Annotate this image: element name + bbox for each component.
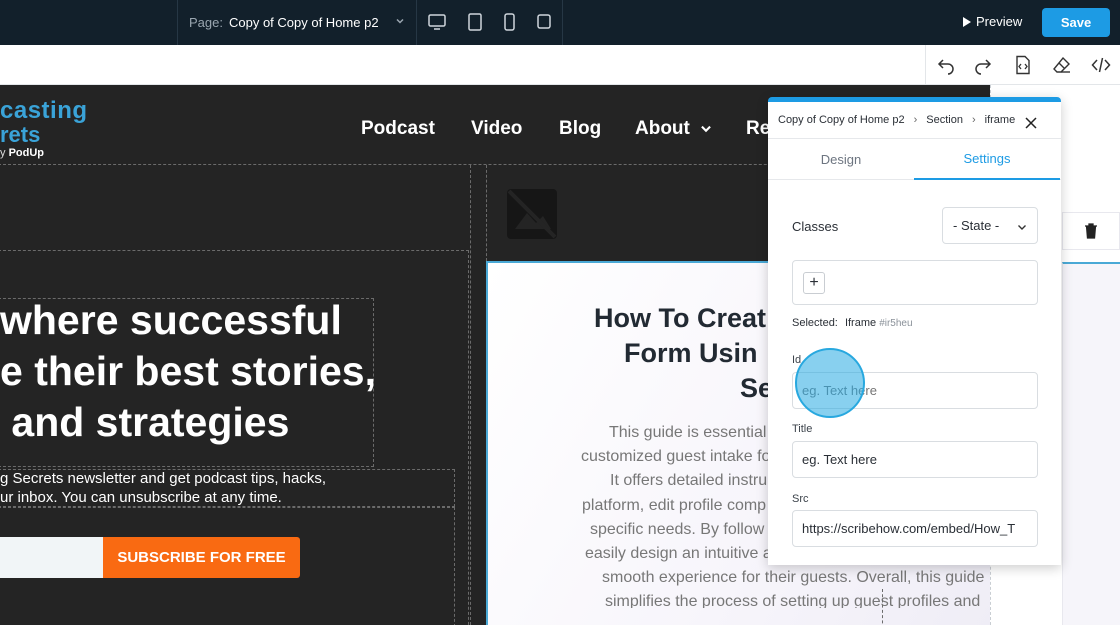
breadcrumb-section[interactable]: Section [926, 114, 963, 126]
email-input[interactable] [0, 537, 103, 578]
panel-tabs: Design Settings [768, 138, 1061, 180]
save-button[interactable]: Save [1042, 8, 1110, 37]
newsletter-text: g Secrets newsletter and get podcast tip… [0, 469, 326, 507]
state-select-value: - State - [953, 218, 1000, 233]
code-file-icon[interactable] [1013, 55, 1033, 75]
iframe-card-edge [1062, 262, 1120, 625]
mobile-icon[interactable] [499, 12, 519, 32]
hero-line-2: e their best stories, [0, 348, 376, 394]
trash-icon[interactable] [1083, 222, 1099, 240]
hero-heading: where successful e their best stories, a… [0, 295, 376, 448]
tablet-icon[interactable] [465, 12, 485, 32]
preview-label: Preview [976, 14, 1023, 29]
code-icon[interactable] [1091, 55, 1111, 75]
chevron-right-icon: › [913, 114, 918, 126]
add-class-button[interactable]: + [803, 272, 825, 294]
selected-value: Iframe [844, 317, 877, 329]
column-divider [470, 165, 471, 625]
nav-resources[interactable]: Re [746, 118, 770, 140]
classes-label: Classes [792, 219, 839, 234]
hero-line-3: and strategies [0, 399, 290, 445]
tab-design[interactable]: Design [768, 139, 914, 180]
settings-panel: Copy of Copy of Home p2 › Section › ifra… [768, 97, 1061, 565]
nav-about[interactable]: About [635, 118, 713, 140]
eraser-icon[interactable] [1052, 55, 1072, 75]
hero-line-1: where successful [0, 297, 342, 343]
classes-input[interactable]: + [792, 260, 1038, 305]
card-body-line: simplifies the process of setting up gue… [605, 593, 981, 609]
logo-brand: PodUp [8, 147, 45, 159]
device-switcher [417, 0, 563, 45]
state-select[interactable]: - State - [942, 207, 1038, 244]
card-body-line: smooth experience for their guests. Over… [602, 569, 985, 587]
column-divider-2 [486, 165, 487, 261]
play-icon [963, 16, 971, 27]
breadcrumb-iframe[interactable]: iframe [985, 114, 1016, 126]
preview-button[interactable]: Preview [962, 14, 1022, 29]
selected-label: Selected: [792, 317, 838, 329]
toolbar-actions [925, 45, 1120, 85]
card-column-divider [882, 589, 883, 625]
undo-icon[interactable] [936, 55, 956, 75]
page-selector[interactable]: Page: Copy of Copy of Home p2 [177, 0, 417, 45]
mobile-small-icon[interactable] [534, 12, 554, 32]
selected-element: Selected: Iframe #ir5heu [792, 317, 913, 329]
newsletter-line-2: ur inbox. You can unsubscribe at any tim… [0, 489, 282, 506]
logo-text-2: rets [0, 122, 41, 147]
selected-tag: #ir5heu [879, 318, 913, 329]
nav-blog[interactable]: Blog [559, 118, 601, 140]
newsletter-line-1: g Secrets newsletter and get podcast tip… [0, 470, 327, 487]
chevron-down-icon [396, 18, 404, 24]
title-label: Title [792, 423, 813, 435]
element-toolbar [1062, 212, 1120, 250]
page-selector-label: Page: [189, 15, 223, 30]
src-label: Src [792, 493, 809, 505]
top-bar: Page: Copy of Copy of Home p2 Preview Sa… [0, 0, 1120, 45]
title-field[interactable]: eg. Text here [792, 441, 1038, 478]
click-indicator [795, 348, 865, 418]
chevron-down-icon [701, 125, 711, 133]
chevron-right-icon: › [971, 114, 976, 126]
chevron-down-icon [1018, 225, 1026, 230]
page-selector-value: Copy of Copy of Home p2 [228, 15, 379, 30]
breadcrumb: Copy of Copy of Home p2 › Section › ifra… [778, 114, 1015, 126]
logo-tagline-prefix: y [0, 147, 9, 159]
nav-podcast[interactable]: Podcast [361, 118, 435, 140]
close-icon[interactable] [1024, 116, 1038, 130]
breadcrumb-page[interactable]: Copy of Copy of Home p2 [778, 114, 905, 126]
tab-settings[interactable]: Settings [914, 139, 1060, 180]
desktop-icon[interactable] [427, 12, 447, 32]
logo-text: casting [0, 97, 88, 124]
nav-video[interactable]: Video [471, 118, 522, 140]
src-field[interactable]: https://scribehow.com/embed/How_T [792, 510, 1038, 547]
redo-icon[interactable] [973, 55, 993, 75]
logo-tagline: y PodUp [0, 147, 44, 159]
nav-about-label: About [635, 118, 690, 139]
image-placeholder-icon [507, 189, 557, 239]
subscribe-button[interactable]: SUBSCRIBE FOR FREE [103, 537, 300, 578]
